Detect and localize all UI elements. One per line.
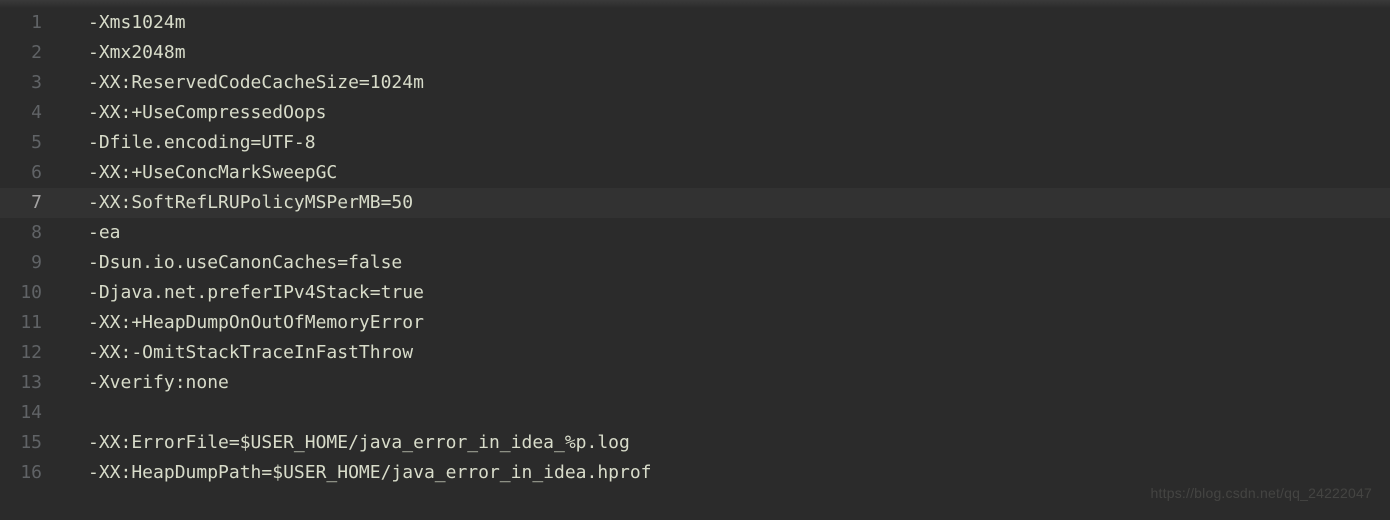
line-number: 15 (0, 428, 60, 458)
code-text[interactable]: -XX:+UseConcMarkSweepGC (60, 158, 1390, 188)
code-text[interactable]: -XX:SoftRefLRUPolicyMSPerMB=50 (60, 188, 1390, 218)
line-number: 16 (0, 458, 60, 488)
code-text[interactable]: -Dsun.io.useCanonCaches=false (60, 248, 1390, 278)
line-number: 1 (0, 8, 60, 38)
code-line[interactable]: 9 -Dsun.io.useCanonCaches=false (0, 248, 1390, 278)
editor-top-shadow (0, 0, 1390, 8)
line-number: 3 (0, 68, 60, 98)
code-text[interactable]: -Xms1024m (60, 8, 1390, 38)
code-text[interactable]: -Dfile.encoding=UTF-8 (60, 128, 1390, 158)
code-line[interactable]: 5 -Dfile.encoding=UTF-8 (0, 128, 1390, 158)
line-number: 2 (0, 38, 60, 68)
code-line[interactable]: 14 (0, 398, 1390, 428)
line-number: 14 (0, 398, 60, 428)
code-text[interactable]: -XX:-OmitStackTraceInFastThrow (60, 338, 1390, 368)
line-number: 9 (0, 248, 60, 278)
code-text[interactable]: -ea (60, 218, 1390, 248)
code-text[interactable] (60, 398, 1390, 428)
line-number: 5 (0, 128, 60, 158)
code-line[interactable]: 1 -Xms1024m (0, 8, 1390, 38)
code-line[interactable]: 10 -Djava.net.preferIPv4Stack=true (0, 278, 1390, 308)
code-text[interactable]: -XX:ReservedCodeCacheSize=1024m (60, 68, 1390, 98)
line-number: 13 (0, 368, 60, 398)
code-line[interactable]: 4 -XX:+UseCompressedOops (0, 98, 1390, 128)
code-line[interactable]: 8 -ea (0, 218, 1390, 248)
line-number: 12 (0, 338, 60, 368)
code-text[interactable]: -Xmx2048m (60, 38, 1390, 68)
code-text[interactable]: -XX:ErrorFile=$USER_HOME/java_error_in_i… (60, 428, 1390, 458)
code-line[interactable]: 12 -XX:-OmitStackTraceInFastThrow (0, 338, 1390, 368)
line-number: 6 (0, 158, 60, 188)
line-number: 7 (0, 188, 60, 218)
watermark-text: https://blog.csdn.net/qq_24222047 (1151, 478, 1372, 508)
code-editor[interactable]: 1 -Xms1024m 2 -Xmx2048m 3 -XX:ReservedCo… (0, 8, 1390, 488)
line-number: 10 (0, 278, 60, 308)
code-text[interactable]: -XX:+UseCompressedOops (60, 98, 1390, 128)
line-number: 11 (0, 308, 60, 338)
code-text[interactable]: -Djava.net.preferIPv4Stack=true (60, 278, 1390, 308)
line-number: 8 (0, 218, 60, 248)
code-line[interactable]: 6 -XX:+UseConcMarkSweepGC (0, 158, 1390, 188)
code-line-current[interactable]: 7 -XX:SoftRefLRUPolicyMSPerMB=50 (0, 188, 1390, 218)
code-line[interactable]: 3 -XX:ReservedCodeCacheSize=1024m (0, 68, 1390, 98)
code-line[interactable]: 2 -Xmx2048m (0, 38, 1390, 68)
line-number: 4 (0, 98, 60, 128)
code-line[interactable]: 11 -XX:+HeapDumpOnOutOfMemoryError (0, 308, 1390, 338)
code-text[interactable]: -XX:+HeapDumpOnOutOfMemoryError (60, 308, 1390, 338)
code-line[interactable]: 15 -XX:ErrorFile=$USER_HOME/java_error_i… (0, 428, 1390, 458)
code-line[interactable]: 13 -Xverify:none (0, 368, 1390, 398)
code-text[interactable]: -Xverify:none (60, 368, 1390, 398)
